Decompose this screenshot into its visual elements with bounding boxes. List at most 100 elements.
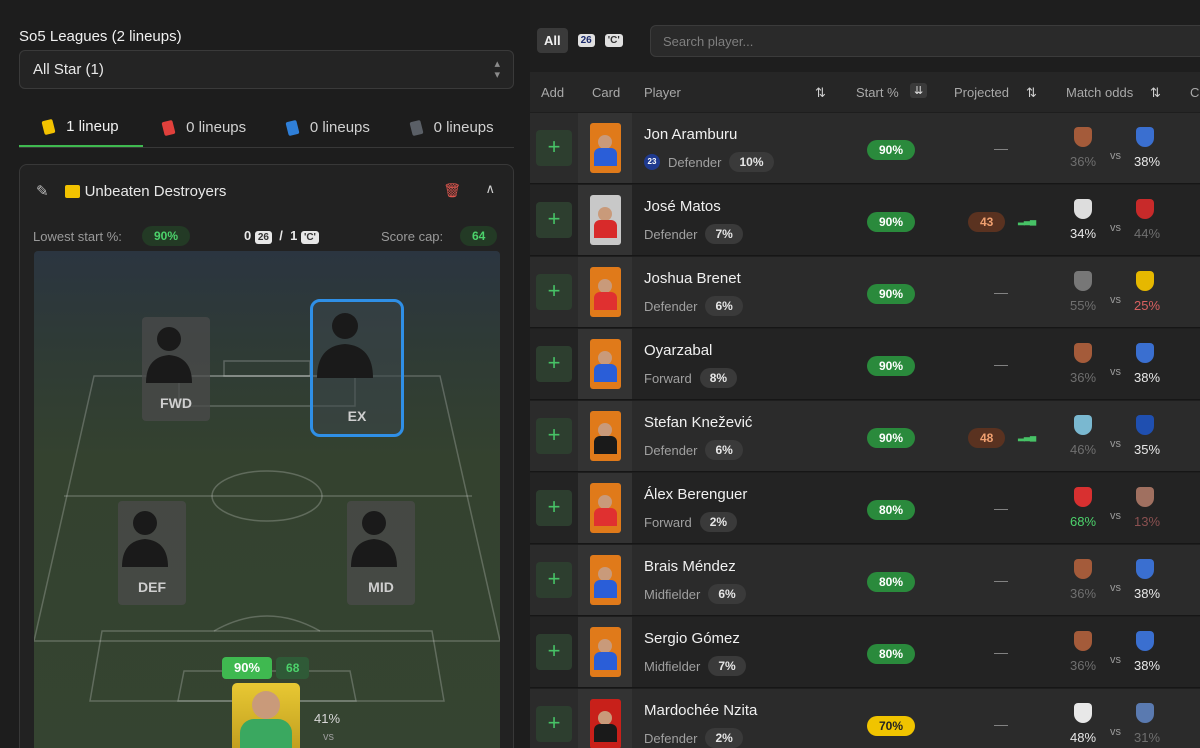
player-name[interactable]: Mardochée Nzita [644, 702, 757, 719]
super-rare-card-icon [285, 119, 300, 136]
add-player-button[interactable]: + [536, 418, 572, 454]
projected-empty: — [994, 572, 1008, 588]
vs-label: vs [1110, 438, 1121, 450]
player-name[interactable]: José Matos [644, 198, 721, 215]
team-header: ✎ Unbeaten Destroyers 🗑 ∧ [20, 165, 513, 217]
player-name[interactable]: Oyarzabal [644, 342, 712, 359]
header-player[interactable]: Player [644, 85, 681, 100]
table-row[interactable]: + Brais Méndez Midfielder 6% 80% — 36% vs 38% [530, 545, 1200, 616]
player-meta: Forward 8% [644, 368, 738, 388]
league-select-value: All Star (1) [33, 61, 104, 78]
player-card-cell[interactable] [578, 185, 632, 255]
table-row[interactable]: + Mardochée Nzita Defender 2% 70% — 48% vs 31% [530, 689, 1200, 748]
player-card-thumbnail [589, 555, 621, 605]
table-row[interactable]: + Stefan Knežević Defender 6% 90% 48 ▂▃▄ 46% vs 3… [530, 401, 1200, 472]
player-card-cell[interactable] [578, 689, 632, 748]
filter-all[interactable]: All [537, 28, 568, 53]
player-card-thumbnail [589, 411, 621, 461]
player-silhouette-icon [317, 313, 373, 378]
sort-desc-icon[interactable]: ⇊ [910, 83, 928, 98]
add-player-button[interactable]: + [536, 346, 572, 382]
player-name[interactable]: Álex Berenguer [644, 486, 747, 503]
away-club-crest-icon [1136, 415, 1154, 435]
add-player-button[interactable]: + [536, 274, 572, 310]
slot-label: FWD [160, 395, 192, 411]
table-row[interactable]: + Oyarzabal Forward 8% 90% — 36% vs 38% [530, 329, 1200, 400]
team-flag-icon [64, 184, 80, 198]
slot-mid[interactable]: MID [347, 501, 415, 605]
filters: All 26 'C' [537, 28, 623, 53]
player-name[interactable]: Brais Méndez [644, 558, 736, 575]
away-club-crest-icon [1136, 703, 1154, 723]
player-name[interactable]: Sergio Gómez [644, 630, 740, 647]
slot-def[interactable]: DEF [118, 501, 186, 605]
player-position: Forward [644, 514, 692, 530]
count-b: 1 [290, 228, 298, 243]
pencil-icon[interactable]: ✎ [36, 182, 49, 200]
slot-fwd[interactable]: FWD [142, 317, 210, 421]
ownership-pill: 6% [708, 584, 746, 604]
tab-lineup-rare[interactable]: 0 lineups [143, 108, 267, 147]
signal-bars-icon: ▂▃▄ [1018, 431, 1036, 441]
table-row[interactable]: + Álex Berenguer Forward 2% 80% — 68% vs 13% [530, 473, 1200, 544]
home-odds: 36% [1070, 586, 1097, 601]
sort-icon-projected[interactable]: ⇅ [1026, 85, 1037, 101]
vs-label: vs [1110, 654, 1121, 666]
player-card-cell[interactable] [578, 257, 632, 327]
tab-lineup-limited[interactable]: 1 lineup [19, 108, 143, 147]
player-card-thumbnail [589, 627, 621, 677]
away-club-crest-icon [1136, 343, 1154, 363]
player-card-cell[interactable] [578, 113, 632, 183]
start-percent-pill: 90% [867, 356, 916, 376]
add-player-button[interactable]: + [536, 706, 572, 742]
player-card-cell[interactable] [578, 401, 632, 471]
home-club-crest-icon [1074, 559, 1092, 579]
player-card-thumbnail [589, 267, 621, 317]
sort-icon-player[interactable]: ⇅ [815, 85, 826, 101]
trash-icon[interactable]: 🗑 [443, 182, 461, 199]
add-player-button[interactable]: + [536, 130, 572, 166]
player-meta: Midfielder 7% [644, 656, 746, 676]
slot-ex-selected[interactable]: EX [310, 299, 404, 437]
chevron-up-icon[interactable]: ∧ [485, 181, 495, 197]
player-name[interactable]: Stefan Knežević [644, 414, 752, 431]
player-position: Midfielder [644, 586, 701, 602]
gk-start-pill: 90% [222, 657, 273, 679]
player-card-cell[interactable] [578, 617, 632, 687]
home-club-crest-icon [1074, 271, 1092, 291]
tab-lineup-unique[interactable]: 0 lineups [390, 108, 514, 147]
league-select[interactable]: All Star (1) ▴ ▾ [19, 50, 514, 89]
add-player-button[interactable]: + [536, 562, 572, 598]
start-percent-pill: 70% [867, 716, 916, 736]
gk-odds: 41% [314, 711, 341, 726]
add-player-button[interactable]: + [536, 634, 572, 670]
player-meta: Forward 2% [644, 512, 738, 532]
table-row[interactable]: + Jon Aramburu 23 Defender 10% 90% — 36% vs 38% [530, 113, 1200, 184]
header-match-odds[interactable]: Match odds [1066, 85, 1133, 100]
header-start[interactable]: Start % [856, 85, 899, 100]
table-row[interactable]: + Joshua Brenet Defender 6% 90% — 55% vs 25% [530, 257, 1200, 328]
count-a: 0 [244, 228, 252, 243]
away-odds: 38% [1134, 154, 1161, 169]
player-card-cell[interactable] [578, 473, 632, 543]
header-projected[interactable]: Projected [954, 85, 1009, 100]
sort-icon-odds[interactable]: ⇅ [1150, 85, 1161, 101]
player-name[interactable]: Joshua Brenet [644, 270, 741, 287]
away-club-crest-icon [1136, 631, 1154, 651]
add-player-button[interactable]: + [536, 490, 572, 526]
tab-label: 1 lineup [66, 118, 119, 135]
tab-lineup-super-rare[interactable]: 0 lineups [267, 108, 391, 147]
goalkeeper-card[interactable] [232, 683, 300, 748]
table-row[interactable]: + Sergio Gómez Midfielder 7% 80% — 36% vs 38% [530, 617, 1200, 688]
player-card-cell[interactable] [578, 329, 632, 399]
table-row[interactable]: + José Matos Defender 7% 90% 43 ▂▃▄ 34% vs 44% [530, 185, 1200, 256]
filter-classic[interactable]: 'C' [604, 34, 623, 47]
player-card-cell[interactable] [578, 545, 632, 615]
search-input[interactable] [650, 25, 1200, 57]
player-name[interactable]: Jon Aramburu [644, 126, 737, 143]
home-odds: 34% [1070, 226, 1097, 241]
filter-season-26[interactable]: 26 [577, 34, 595, 47]
count-separator: / [279, 228, 283, 243]
vs-label: vs [1110, 366, 1121, 378]
add-player-button[interactable]: + [536, 202, 572, 238]
